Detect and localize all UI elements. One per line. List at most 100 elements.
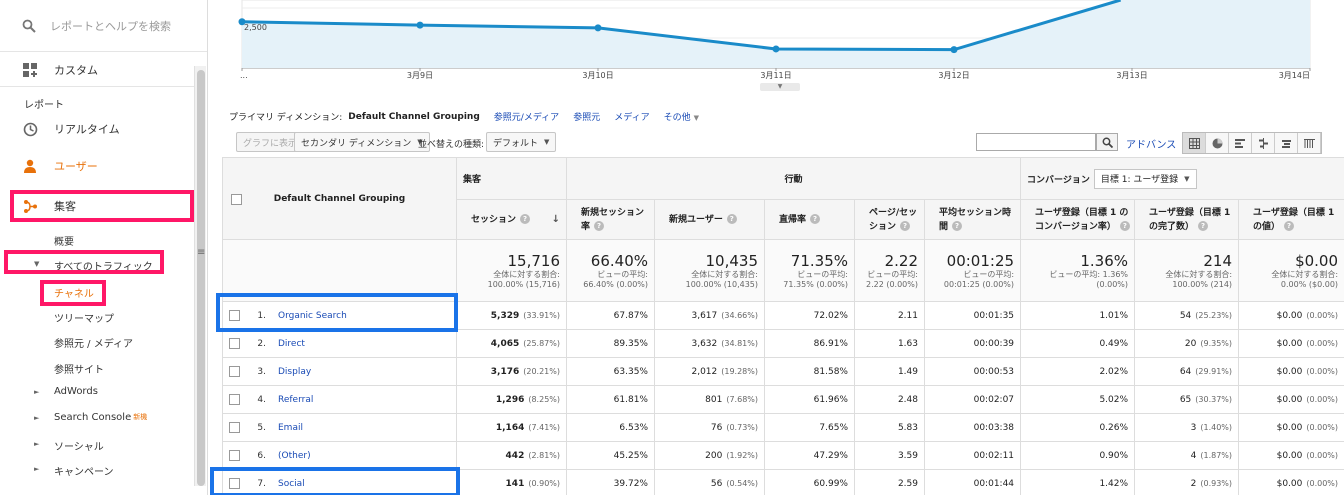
- sort-type-dropdown[interactable]: デフォルト ▼: [486, 132, 557, 152]
- new-session-rate-cell: 89.35%: [566, 329, 655, 358]
- column-header[interactable]: ユーザ登録（目標 1 の コンバージョン率）?: [1020, 199, 1136, 240]
- total-value: 71.35%: [790, 251, 848, 270]
- row-checkbox[interactable]: [229, 422, 240, 433]
- new-session-rate-cell: 39.72%: [566, 469, 655, 495]
- column-header[interactable]: ユーザ登録（目標 1 の完了数）?: [1134, 199, 1240, 240]
- total-cell: 214 全体に対する割合: 100.00% (214): [1134, 239, 1240, 302]
- sidebar-item-users[interactable]: ユーザー: [0, 158, 98, 174]
- view-performance-button[interactable]: [1229, 133, 1252, 153]
- help-icon[interactable]: ?: [1284, 221, 1295, 231]
- channel-name-cell: 5. Email: [222, 413, 457, 442]
- column-header[interactable]: 新規セッション率?: [566, 199, 655, 240]
- sidebar-item-treemap[interactable]: ツリーマップ: [54, 310, 114, 325]
- dimension-link-source[interactable]: 参照元: [573, 110, 600, 123]
- column-header[interactable]: 直帰率?: [764, 199, 855, 240]
- row-checkbox[interactable]: [229, 450, 240, 461]
- help-icon[interactable]: ?: [952, 221, 963, 231]
- dimension-link-medium[interactable]: メディア: [614, 110, 649, 123]
- sidebar-item-referrals[interactable]: 参照サイト: [54, 361, 104, 376]
- goal-select-dropdown[interactable]: 目標 1: ユーザ登録 ▼: [1093, 168, 1197, 189]
- goal-completions-cell-percent: (29.91%): [1195, 366, 1233, 376]
- column-header[interactable]: ユーザ登録（目標 1 の値）?: [1238, 199, 1344, 240]
- search-icon: [22, 19, 36, 33]
- sidebar-item-campaigns[interactable]: キャンペーン: [54, 463, 114, 478]
- pages-per-session-cell-value: 1.63: [897, 338, 918, 349]
- total-cell: 1.36% ビューの平均: 1.36% (0.00%): [1020, 239, 1136, 302]
- sidebar-item-search-console[interactable]: Search Console 新機: [54, 412, 147, 423]
- sidebar-item-realtime[interactable]: リアルタイム: [0, 121, 120, 137]
- chart-x-tick-label: 3月13日: [1116, 71, 1147, 80]
- table-search-input[interactable]: [976, 133, 1096, 151]
- dimension-link-other[interactable]: その他 ▼: [664, 110, 699, 123]
- total-note: 100.00% (15,716): [487, 279, 560, 289]
- chart-collapse-handle[interactable]: ▼: [760, 83, 800, 91]
- help-icon[interactable]: ?: [900, 221, 911, 231]
- chart-x-tick-label: 3月12日: [938, 71, 969, 80]
- goal-value-cell-percent: (0.00%): [1306, 450, 1339, 460]
- view-term-cloud-button[interactable]: [1275, 133, 1298, 153]
- total-cell: 00:01:25 ビューの平均: 00:01:25 (0.00%): [923, 239, 1022, 302]
- table-search-button[interactable]: [1096, 133, 1118, 151]
- row-checkbox[interactable]: [229, 394, 240, 405]
- row-number: 3.: [257, 367, 266, 377]
- view-comparison-button[interactable]: [1252, 133, 1275, 153]
- goal-value-cell-value: $0.00: [1276, 394, 1303, 405]
- view-pie-button[interactable]: [1206, 133, 1229, 153]
- column-header[interactable]: 新規ユーザー?: [654, 199, 765, 240]
- goal-value-cell-percent: (0.00%): [1306, 478, 1339, 488]
- help-icon[interactable]: ?: [520, 214, 531, 224]
- secondary-dimension-dropdown[interactable]: セカンダリ ディメンション ▼: [294, 132, 430, 152]
- goal-completions-cell: 54 (25.23%): [1134, 301, 1240, 330]
- scrollbar-thumb[interactable]: [197, 70, 205, 486]
- help-icon[interactable]: ?: [1119, 221, 1130, 231]
- dimension-header[interactable]: Default Channel Grouping: [222, 157, 457, 240]
- total-cell: 10,435 全体に対する割合: 100.00% (10,435): [654, 239, 765, 302]
- sessions-cell: 1,296 (8.25%): [456, 385, 567, 414]
- table-row: 3. Display 3,176 (20.21%) 63.35% 2,012 (19.28%…: [222, 357, 1344, 386]
- new-users-cell-percent: (34.81%): [721, 338, 758, 348]
- view-pivot-button[interactable]: [1298, 133, 1321, 153]
- help-icon[interactable]: ?: [810, 214, 821, 224]
- select-all-checkbox[interactable]: [231, 194, 242, 205]
- conversion-rate-cell-value: 5.02%: [1099, 394, 1129, 405]
- new-users-cell: 801 (7.68%): [654, 385, 765, 414]
- channel-link[interactable]: Referral: [278, 395, 313, 405]
- column-header[interactable]: セッション? ↓: [456, 199, 567, 240]
- goal-value-cell: $0.00 (0.00%): [1238, 469, 1344, 495]
- goal-completions-cell-value: 65: [1179, 394, 1192, 405]
- row-checkbox[interactable]: [229, 366, 240, 377]
- column-header[interactable]: ページ/セッション?: [854, 199, 925, 240]
- column-header[interactable]: 平均セッション時間?: [923, 199, 1022, 240]
- column-header-label: ユーザ登録（目標 1 の値）: [1253, 207, 1335, 232]
- primary-dimension-label: プライマリ ディメンション:: [229, 113, 343, 123]
- sidebar-item-source-medium[interactable]: 参照元 / メディア: [54, 335, 133, 350]
- sidebar-item-custom[interactable]: カスタム: [0, 62, 98, 78]
- help-icon[interactable]: ?: [594, 221, 605, 231]
- channel-link[interactable]: Email: [278, 423, 303, 433]
- channel-link[interactable]: Display: [278, 367, 311, 377]
- row-checkbox[interactable]: [229, 338, 240, 349]
- sidebar-item-adwords[interactable]: AdWords: [54, 386, 98, 397]
- channel-name-cell: 3. Display: [222, 357, 457, 386]
- bounce-rate-cell-value: 47.29%: [813, 450, 848, 461]
- advanced-filter-link[interactable]: アドバンス: [1126, 136, 1176, 151]
- sidebar-item-social[interactable]: ソーシャル: [54, 438, 104, 453]
- chart-x-tick-label: 3月14日: [1279, 71, 1310, 80]
- sidebar-search[interactable]: レポートとヘルプを検索: [0, 0, 207, 52]
- total-note: 全体に対する割合:: [1271, 269, 1339, 279]
- dimension-link-source-medium[interactable]: 参照元/メディア: [494, 110, 559, 123]
- sidebar-item-overview[interactable]: 概要: [54, 233, 74, 248]
- column-header-label: 平均セッション時間: [939, 207, 1012, 232]
- channel-link[interactable]: Direct: [278, 339, 305, 349]
- view-table-button[interactable]: [1183, 133, 1206, 153]
- avg-session-duration-cell: 00:01:44: [923, 469, 1022, 495]
- total-note: 全体に対する割合:: [493, 269, 560, 279]
- help-icon[interactable]: ?: [1198, 221, 1209, 231]
- conversion-rate-cell-value: 1.42%: [1099, 478, 1129, 489]
- sidebar-scrollbar[interactable]: [194, 66, 206, 486]
- sidebar: レポートとヘルプを検索 カスタム レポート リアルタイム ユーザー 集客 概要 …: [0, 0, 208, 495]
- resize-grip-icon[interactable]: ≡: [197, 247, 205, 258]
- help-icon[interactable]: ?: [726, 214, 737, 224]
- primary-dimension-bar: プライマリ ディメンション: Default Channel Grouping …: [229, 110, 699, 124]
- channel-link[interactable]: (Other): [278, 451, 311, 461]
